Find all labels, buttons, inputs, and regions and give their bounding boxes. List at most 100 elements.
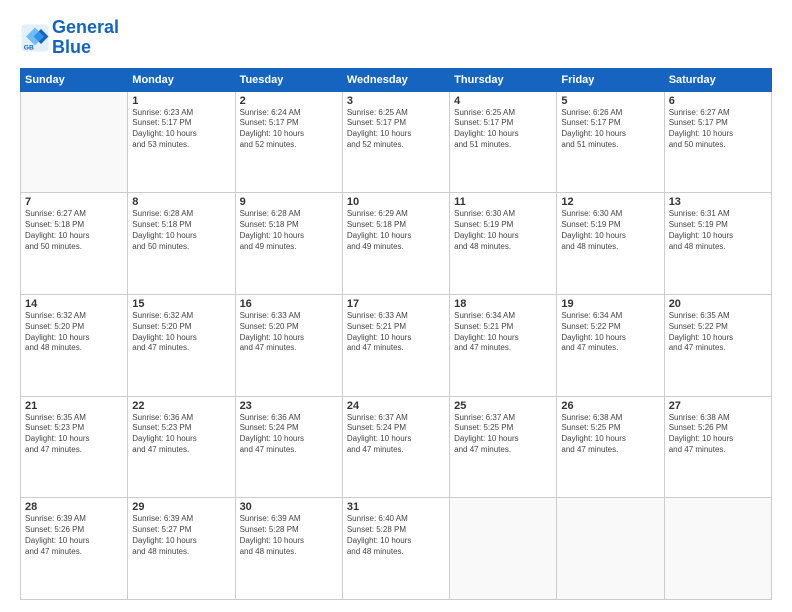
day-number: 30 bbox=[240, 501, 338, 513]
logo: GB General Blue bbox=[20, 18, 119, 58]
day-number: 15 bbox=[132, 298, 230, 310]
calendar-cell: 7Sunrise: 6:27 AM Sunset: 5:18 PM Daylig… bbox=[21, 193, 128, 295]
day-info: Sunrise: 6:33 AM Sunset: 5:20 PM Dayligh… bbox=[240, 311, 338, 354]
day-number: 17 bbox=[347, 298, 445, 310]
calendar-cell bbox=[557, 498, 664, 600]
day-number: 6 bbox=[669, 95, 767, 107]
weekday-header-tuesday: Tuesday bbox=[235, 68, 342, 91]
day-number: 14 bbox=[25, 298, 123, 310]
calendar-cell: 20Sunrise: 6:35 AM Sunset: 5:22 PM Dayli… bbox=[664, 294, 771, 396]
day-number: 9 bbox=[240, 196, 338, 208]
calendar-cell: 12Sunrise: 6:30 AM Sunset: 5:19 PM Dayli… bbox=[557, 193, 664, 295]
day-info: Sunrise: 6:27 AM Sunset: 5:17 PM Dayligh… bbox=[669, 108, 767, 151]
day-info: Sunrise: 6:39 AM Sunset: 5:28 PM Dayligh… bbox=[240, 514, 338, 557]
calendar-cell: 25Sunrise: 6:37 AM Sunset: 5:25 PM Dayli… bbox=[450, 396, 557, 498]
calendar-cell: 14Sunrise: 6:32 AM Sunset: 5:20 PM Dayli… bbox=[21, 294, 128, 396]
day-number: 13 bbox=[669, 196, 767, 208]
day-info: Sunrise: 6:35 AM Sunset: 5:23 PM Dayligh… bbox=[25, 413, 123, 456]
logo-text: General Blue bbox=[52, 18, 119, 58]
day-info: Sunrise: 6:30 AM Sunset: 5:19 PM Dayligh… bbox=[454, 209, 552, 252]
day-number: 28 bbox=[25, 501, 123, 513]
weekday-header-sunday: Sunday bbox=[21, 68, 128, 91]
calendar-cell: 27Sunrise: 6:38 AM Sunset: 5:26 PM Dayli… bbox=[664, 396, 771, 498]
day-number: 29 bbox=[132, 501, 230, 513]
day-number: 10 bbox=[347, 196, 445, 208]
calendar-cell: 21Sunrise: 6:35 AM Sunset: 5:23 PM Dayli… bbox=[21, 396, 128, 498]
day-number: 22 bbox=[132, 400, 230, 412]
day-info: Sunrise: 6:32 AM Sunset: 5:20 PM Dayligh… bbox=[132, 311, 230, 354]
day-info: Sunrise: 6:26 AM Sunset: 5:17 PM Dayligh… bbox=[561, 108, 659, 151]
day-number: 1 bbox=[132, 95, 230, 107]
day-info: Sunrise: 6:37 AM Sunset: 5:24 PM Dayligh… bbox=[347, 413, 445, 456]
calendar-cell: 17Sunrise: 6:33 AM Sunset: 5:21 PM Dayli… bbox=[342, 294, 449, 396]
day-info: Sunrise: 6:36 AM Sunset: 5:23 PM Dayligh… bbox=[132, 413, 230, 456]
calendar-cell: 5Sunrise: 6:26 AM Sunset: 5:17 PM Daylig… bbox=[557, 91, 664, 193]
week-row-4: 28Sunrise: 6:39 AM Sunset: 5:26 PM Dayli… bbox=[21, 498, 772, 600]
calendar-cell: 2Sunrise: 6:24 AM Sunset: 5:17 PM Daylig… bbox=[235, 91, 342, 193]
calendar-cell: 15Sunrise: 6:32 AM Sunset: 5:20 PM Dayli… bbox=[128, 294, 235, 396]
day-info: Sunrise: 6:28 AM Sunset: 5:18 PM Dayligh… bbox=[132, 209, 230, 252]
calendar-cell bbox=[450, 498, 557, 600]
weekday-header-thursday: Thursday bbox=[450, 68, 557, 91]
calendar-cell: 13Sunrise: 6:31 AM Sunset: 5:19 PM Dayli… bbox=[664, 193, 771, 295]
day-number: 5 bbox=[561, 95, 659, 107]
day-number: 21 bbox=[25, 400, 123, 412]
calendar-cell: 16Sunrise: 6:33 AM Sunset: 5:20 PM Dayli… bbox=[235, 294, 342, 396]
weekday-header-wednesday: Wednesday bbox=[342, 68, 449, 91]
calendar-cell: 19Sunrise: 6:34 AM Sunset: 5:22 PM Dayli… bbox=[557, 294, 664, 396]
day-info: Sunrise: 6:38 AM Sunset: 5:26 PM Dayligh… bbox=[669, 413, 767, 456]
calendar-cell bbox=[21, 91, 128, 193]
day-number: 18 bbox=[454, 298, 552, 310]
calendar-cell: 28Sunrise: 6:39 AM Sunset: 5:26 PM Dayli… bbox=[21, 498, 128, 600]
day-number: 26 bbox=[561, 400, 659, 412]
day-number: 27 bbox=[669, 400, 767, 412]
day-info: Sunrise: 6:25 AM Sunset: 5:17 PM Dayligh… bbox=[347, 108, 445, 151]
calendar-cell: 8Sunrise: 6:28 AM Sunset: 5:18 PM Daylig… bbox=[128, 193, 235, 295]
day-info: Sunrise: 6:39 AM Sunset: 5:27 PM Dayligh… bbox=[132, 514, 230, 557]
day-info: Sunrise: 6:37 AM Sunset: 5:25 PM Dayligh… bbox=[454, 413, 552, 456]
day-number: 2 bbox=[240, 95, 338, 107]
day-info: Sunrise: 6:28 AM Sunset: 5:18 PM Dayligh… bbox=[240, 209, 338, 252]
day-info: Sunrise: 6:30 AM Sunset: 5:19 PM Dayligh… bbox=[561, 209, 659, 252]
calendar-cell: 1Sunrise: 6:23 AM Sunset: 5:17 PM Daylig… bbox=[128, 91, 235, 193]
week-row-3: 21Sunrise: 6:35 AM Sunset: 5:23 PM Dayli… bbox=[21, 396, 772, 498]
calendar-cell: 31Sunrise: 6:40 AM Sunset: 5:28 PM Dayli… bbox=[342, 498, 449, 600]
day-info: Sunrise: 6:25 AM Sunset: 5:17 PM Dayligh… bbox=[454, 108, 552, 151]
day-number: 16 bbox=[240, 298, 338, 310]
day-info: Sunrise: 6:32 AM Sunset: 5:20 PM Dayligh… bbox=[25, 311, 123, 354]
calendar-cell: 6Sunrise: 6:27 AM Sunset: 5:17 PM Daylig… bbox=[664, 91, 771, 193]
svg-text:GB: GB bbox=[24, 44, 34, 51]
day-number: 3 bbox=[347, 95, 445, 107]
day-number: 20 bbox=[669, 298, 767, 310]
day-info: Sunrise: 6:38 AM Sunset: 5:25 PM Dayligh… bbox=[561, 413, 659, 456]
calendar-cell: 18Sunrise: 6:34 AM Sunset: 5:21 PM Dayli… bbox=[450, 294, 557, 396]
calendar-cell: 24Sunrise: 6:37 AM Sunset: 5:24 PM Dayli… bbox=[342, 396, 449, 498]
calendar-cell: 3Sunrise: 6:25 AM Sunset: 5:17 PM Daylig… bbox=[342, 91, 449, 193]
calendar-cell: 30Sunrise: 6:39 AM Sunset: 5:28 PM Dayli… bbox=[235, 498, 342, 600]
calendar-cell: 22Sunrise: 6:36 AM Sunset: 5:23 PM Dayli… bbox=[128, 396, 235, 498]
day-number: 23 bbox=[240, 400, 338, 412]
calendar-cell bbox=[664, 498, 771, 600]
week-row-0: 1Sunrise: 6:23 AM Sunset: 5:17 PM Daylig… bbox=[21, 91, 772, 193]
day-info: Sunrise: 6:40 AM Sunset: 5:28 PM Dayligh… bbox=[347, 514, 445, 557]
day-number: 8 bbox=[132, 196, 230, 208]
weekday-header-monday: Monday bbox=[128, 68, 235, 91]
day-info: Sunrise: 6:36 AM Sunset: 5:24 PM Dayligh… bbox=[240, 413, 338, 456]
day-info: Sunrise: 6:35 AM Sunset: 5:22 PM Dayligh… bbox=[669, 311, 767, 354]
day-number: 4 bbox=[454, 95, 552, 107]
day-number: 7 bbox=[25, 196, 123, 208]
day-number: 12 bbox=[561, 196, 659, 208]
calendar-cell: 23Sunrise: 6:36 AM Sunset: 5:24 PM Dayli… bbox=[235, 396, 342, 498]
day-info: Sunrise: 6:33 AM Sunset: 5:21 PM Dayligh… bbox=[347, 311, 445, 354]
header: GB General Blue bbox=[20, 18, 772, 58]
weekday-header-friday: Friday bbox=[557, 68, 664, 91]
day-info: Sunrise: 6:24 AM Sunset: 5:17 PM Dayligh… bbox=[240, 108, 338, 151]
day-number: 19 bbox=[561, 298, 659, 310]
calendar-cell: 4Sunrise: 6:25 AM Sunset: 5:17 PM Daylig… bbox=[450, 91, 557, 193]
day-info: Sunrise: 6:34 AM Sunset: 5:21 PM Dayligh… bbox=[454, 311, 552, 354]
day-info: Sunrise: 6:39 AM Sunset: 5:26 PM Dayligh… bbox=[25, 514, 123, 557]
calendar-cell: 29Sunrise: 6:39 AM Sunset: 5:27 PM Dayli… bbox=[128, 498, 235, 600]
calendar-table: SundayMondayTuesdayWednesdayThursdayFrid… bbox=[20, 68, 772, 600]
day-info: Sunrise: 6:27 AM Sunset: 5:18 PM Dayligh… bbox=[25, 209, 123, 252]
day-info: Sunrise: 6:34 AM Sunset: 5:22 PM Dayligh… bbox=[561, 311, 659, 354]
